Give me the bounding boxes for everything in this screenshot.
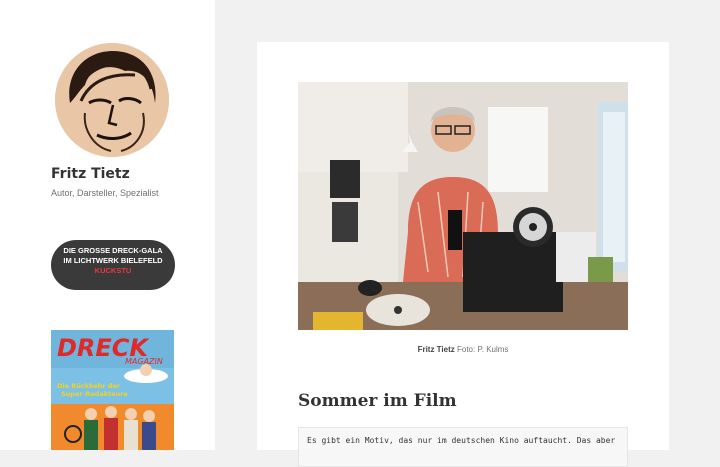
- caption-name: Fritz Tietz: [417, 345, 455, 354]
- main-content: Fritz Tietz Foto: P. Kulms Sommer im Fil…: [257, 42, 669, 467]
- gala-button-text: DIE GROSSE DRECK-GALA IM LICHTWERK BIELE…: [63, 246, 163, 265]
- site-title[interactable]: Fritz Tietz: [51, 166, 130, 182]
- magazine-headline-1: Die Rückkehr der: [57, 382, 121, 390]
- post-photo[interactable]: [298, 82, 628, 330]
- gala-button-accent: KUCKSTU: [94, 266, 132, 275]
- site-description: Autor, Darsteller, Spezialist: [51, 188, 159, 198]
- avatar[interactable]: [55, 43, 169, 157]
- magazine-cover-art: DRECK MAGAZIN Die Rückkehr der Super-Red…: [51, 330, 174, 450]
- gala-button[interactable]: DIE GROSSE DRECK-GALA IM LICHTWERK BIELE…: [51, 240, 175, 290]
- post-excerpt: Es gibt ein Motiv, das nur im deutschen …: [298, 427, 628, 467]
- photo-kitchen-scene: [298, 82, 628, 330]
- magazine-cover-image[interactable]: DRECK MAGAZIN Die Rückkehr der Super-Red…: [51, 330, 174, 450]
- sidebar: Fritz Tietz Autor, Darsteller, Spezialis…: [0, 0, 215, 450]
- magazine-headline-2: Super-Redakteure: [61, 390, 128, 398]
- photo-caption: Fritz Tietz Foto: P. Kulms: [298, 345, 628, 354]
- avatar-sketch: [55, 43, 169, 157]
- caption-credit: Foto: P. Kulms: [456, 345, 509, 354]
- post-title[interactable]: Sommer im Film: [298, 391, 457, 411]
